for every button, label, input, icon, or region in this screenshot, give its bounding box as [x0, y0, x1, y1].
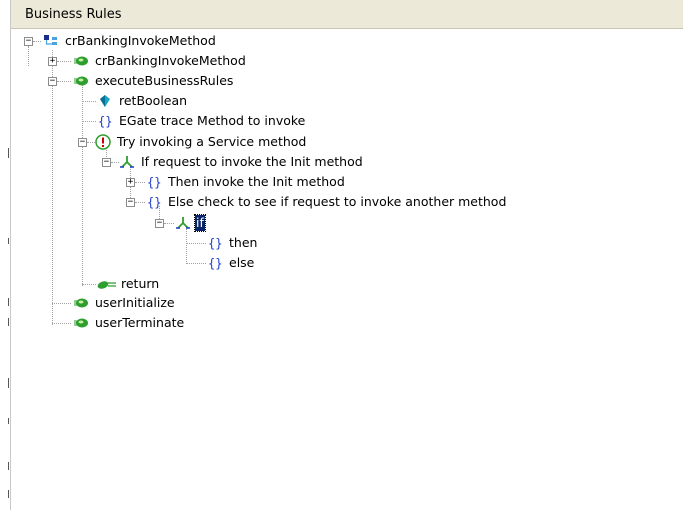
- tree-node-user-terminate[interactable]: userTerminate: [73, 313, 184, 333]
- tree-node-label: userInitialize: [95, 295, 175, 310]
- tree-node-else[interactable]: {} else: [207, 253, 254, 273]
- collapse-toggle[interactable]: −: [126, 198, 135, 207]
- tree-node-label: then: [229, 235, 258, 250]
- tree-node-return[interactable]: return: [97, 274, 159, 294]
- tree-node-then-init[interactable]: {} Then invoke the Init method: [146, 172, 345, 192]
- left-edge: [0, 0, 10, 510]
- collapse-toggle[interactable]: −: [155, 219, 164, 228]
- method-icon: [73, 295, 89, 311]
- braces-icon: {}: [146, 174, 162, 190]
- tree-node-label: crBankingInvokeMethod: [65, 33, 216, 48]
- tree-connector: [82, 121, 96, 122]
- tree-node-label-selected: if: [194, 214, 206, 232]
- tree-node-try-block[interactable]: Try invoking a Service method: [95, 132, 306, 152]
- tree-connector: [111, 162, 119, 163]
- tree-connector: [186, 243, 206, 244]
- tree-connector: [57, 81, 71, 82]
- svg-text:{}: {}: [98, 115, 112, 129]
- tree-connector: [82, 85, 83, 286]
- exclamation-icon: [95, 134, 111, 150]
- tree-node-user-initialize[interactable]: userInitialize: [73, 293, 175, 313]
- method-icon: [73, 315, 89, 331]
- tree-node-label: Then invoke the Init method: [168, 174, 345, 189]
- return-icon: [97, 276, 117, 292]
- tree-node-label: executeBusinessRules: [95, 73, 234, 88]
- braces-icon: {}: [207, 235, 223, 251]
- svg-text:{}: {}: [147, 176, 161, 190]
- collapse-toggle[interactable]: −: [78, 138, 87, 147]
- tree-node-if-init[interactable]: If request to invoke the Init method: [119, 152, 363, 172]
- branch-icon: [175, 215, 191, 231]
- tree-connector: [135, 202, 145, 203]
- tree-connector: [57, 61, 71, 62]
- class-icon: [43, 33, 59, 49]
- branch-icon: [119, 154, 135, 170]
- tree-connector: [82, 284, 96, 285]
- tree-node-then[interactable]: {} then: [207, 233, 257, 253]
- tree-connector: [87, 142, 95, 143]
- svg-text:{}: {}: [208, 237, 222, 251]
- tree-connector: [52, 303, 71, 304]
- method-icon: [73, 53, 89, 69]
- variable-icon: [97, 93, 113, 109]
- tree-node-execute[interactable]: executeBusinessRules: [73, 71, 233, 91]
- tree-node-method[interactable]: crBankingInvokeMethod: [73, 51, 246, 71]
- braces-icon: {}: [97, 113, 113, 129]
- tree-connector: [28, 46, 29, 66]
- tree-node-egate-trace[interactable]: {} EGate trace Method to invoke: [97, 111, 305, 131]
- tree-node-label: retBoolean: [119, 93, 188, 108]
- tree-connector: [186, 263, 206, 264]
- tree-node-label: crBankingInvokeMethod: [95, 53, 246, 68]
- tree-node-label: userTerminate: [95, 315, 185, 330]
- expand-toggle[interactable]: +: [126, 178, 135, 187]
- business-rules-tree[interactable]: − + − − − + − − crBankingInvokeMethod cr…: [11, 0, 683, 510]
- method-icon: [73, 73, 89, 89]
- braces-icon: {}: [146, 194, 162, 210]
- collapse-toggle[interactable]: −: [102, 158, 111, 167]
- tree-connector: [52, 323, 71, 324]
- tree-connector: [135, 182, 145, 183]
- expand-toggle[interactable]: +: [48, 57, 57, 66]
- tree-connector: [164, 223, 174, 224]
- tree-node-label: Else check to see if request to invoke a…: [168, 194, 507, 209]
- svg-text:{}: {}: [147, 196, 161, 210]
- business-rules-panel: Business Rules − + − − − + − − crBanking…: [10, 0, 683, 510]
- tree-node-ret-boolean[interactable]: retBoolean: [97, 91, 187, 111]
- tree-node-label: else: [229, 255, 255, 270]
- tree-connector: [33, 41, 41, 42]
- tree-node-label: return: [121, 276, 160, 291]
- tree-node-root[interactable]: crBankingInvokeMethod: [43, 31, 216, 51]
- svg-text:{}: {}: [208, 257, 222, 271]
- tree-node-label: If request to invoke the Init method: [141, 154, 363, 169]
- tree-node-if-nested[interactable]: if: [175, 213, 206, 233]
- collapse-toggle[interactable]: −: [48, 77, 57, 86]
- braces-icon: {}: [207, 255, 223, 271]
- tree-node-label: EGate trace Method to invoke: [119, 113, 306, 128]
- collapse-toggle[interactable]: −: [24, 37, 33, 46]
- tree-node-else-check[interactable]: {} Else check to see if request to invok…: [146, 192, 506, 212]
- tree-connector: [52, 50, 53, 325]
- tree-node-label: Try invoking a Service method: [117, 134, 307, 149]
- tree-connector: [82, 101, 96, 102]
